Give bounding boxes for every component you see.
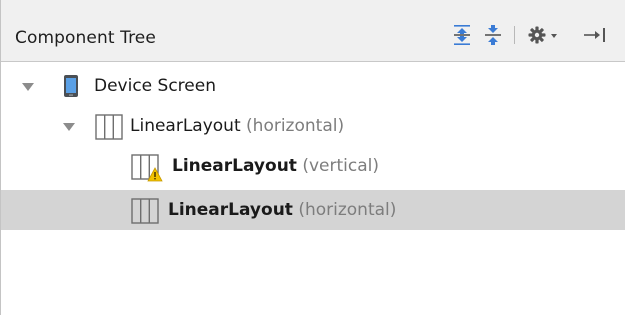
tree-row-label: LinearLayout (horizontal) [168,200,396,220]
collapse-all-icon[interactable] [482,24,504,46]
tree-row-device-screen[interactable]: Device Screen [1,66,625,106]
panel-header: Component Tree [1,0,625,62]
expand-arrow-icon[interactable] [62,119,76,133]
pin-to-side-icon[interactable] [579,24,613,46]
tree-row-linearlayout-horizontal-selected[interactable]: LinearLayout (horizontal) [1,190,625,230]
linear-layout-icon [95,114,123,144]
component-name: LinearLayout [172,156,297,176]
component-name: LinearLayout [130,116,241,136]
tree-row-linearlayout-horizontal[interactable]: LinearLayout (horizontal) [1,106,625,146]
tree-row-label: LinearLayout (horizontal) [130,116,344,136]
component-name: Device Screen [94,76,216,96]
component-hint: (vertical) [302,156,379,176]
expand-all-icon[interactable] [451,24,473,46]
expand-arrow-icon[interactable] [21,79,35,93]
component-name: LinearLayout [168,200,293,220]
component-tree-panel: Component Tree Device Screen LinearLayou… [0,0,625,315]
component-hint: (horizontal) [246,116,345,136]
linear-layout-icon [131,154,165,186]
panel-title: Component Tree [15,28,156,48]
device-phone-icon [63,74,79,102]
linear-layout-icon [131,198,159,228]
gear-icon[interactable] [525,24,563,46]
toolbar-separator [514,26,515,44]
component-hint: (horizontal) [298,200,397,220]
tree-row-linearlayout-vertical[interactable]: LinearLayout (vertical) [1,146,625,186]
tree-row-label: LinearLayout (vertical) [172,156,379,176]
tree-row-label: Device Screen [94,76,216,96]
